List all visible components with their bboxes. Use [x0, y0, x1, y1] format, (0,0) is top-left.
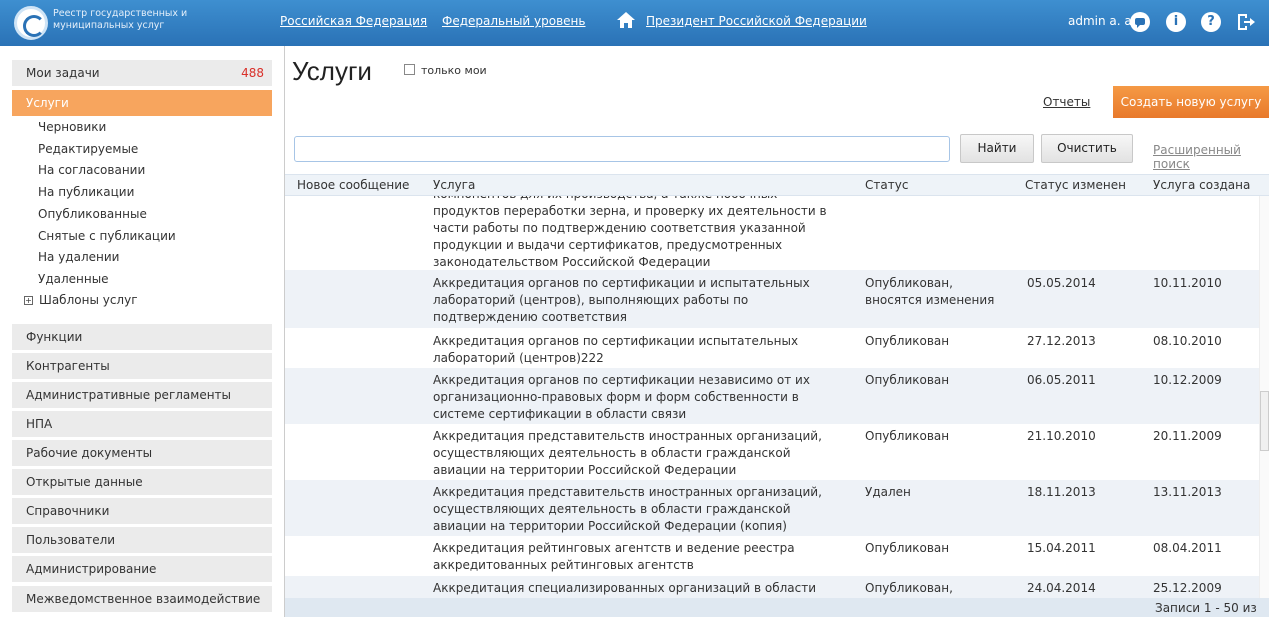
sidebar-item-contractors[interactable]: Контрагенты — [12, 353, 272, 379]
table-row[interactable]: Аккредитация органов по сертификации нез… — [285, 368, 1259, 424]
service-status: Опубликован, вносятся изменения — [865, 276, 995, 307]
status-changed-date: 21.10.2010 — [1027, 429, 1096, 443]
records-info: Записи 1 - 50 из 700 — [1155, 601, 1257, 617]
service-created-date: 10.12.2009 — [1153, 373, 1222, 387]
link-federal-level[interactable]: Федеральный уровень — [442, 14, 585, 28]
sidebar-item-administration[interactable]: Администрирование — [12, 556, 272, 582]
status-changed-date: 18.11.2013 — [1027, 485, 1096, 499]
clear-button[interactable]: Очистить — [1041, 134, 1133, 163]
sidebar-item-services[interactable]: Услуги — [12, 90, 272, 116]
sidebar-item-my-tasks[interactable]: Мои задачи 488 — [12, 60, 272, 86]
sidebar-item-regulations[interactable]: Административные регламенты — [12, 382, 272, 408]
sidebar-item-templates[interactable]: + Шаблоны услуг — [24, 293, 138, 307]
service-name[interactable]: Аккредитация органов по сертификации и и… — [433, 275, 833, 326]
page-title: Услуги — [292, 56, 372, 86]
sidebar-item-label: Мои задачи — [26, 66, 100, 80]
table-row[interactable]: компонентов для их производства, а также… — [285, 196, 1259, 270]
table-row[interactable]: Аккредитация рейтинговых агентств и веде… — [285, 536, 1259, 576]
link-president[interactable]: Президент Российской Федерации — [646, 14, 867, 28]
service-created-date: 25.12.2009 — [1153, 581, 1222, 595]
table-row[interactable]: Аккредитация представительств иностранны… — [285, 480, 1259, 536]
logo-text[interactable]: Реестр государственных и муниципальных у… — [53, 8, 213, 32]
sidebar-item-npa[interactable]: НПА — [12, 411, 272, 437]
service-created-date: 08.04.2011 — [1153, 541, 1222, 555]
service-created-date: 20.11.2009 — [1153, 429, 1222, 443]
reports-link[interactable]: Отчеты — [1043, 95, 1090, 109]
expand-icon[interactable]: + — [24, 296, 33, 305]
only-mine-label: только мои — [421, 64, 487, 77]
only-mine-checkbox[interactable]: только мои — [404, 64, 487, 77]
sidebar: Мои задачи 488 Услуги Черновики Редактир… — [0, 46, 284, 617]
scrollbar-thumb[interactable] — [1260, 391, 1269, 451]
sidebar-subitem-deleted[interactable]: Удаленные — [38, 272, 109, 286]
exit-icon[interactable] — [1236, 12, 1256, 32]
service-name[interactable]: Аккредитация органов по сертификации исп… — [433, 333, 833, 367]
service-name[interactable]: Аккредитация специализированных организа… — [433, 580, 833, 597]
sidebar-subitem-publishing[interactable]: На публикации — [38, 185, 134, 199]
column-header-service-created[interactable]: Услуга создана — [1153, 178, 1250, 192]
service-name[interactable]: Аккредитация представительств иностранны… — [433, 428, 833, 479]
status-changed-date: 27.12.2013 — [1027, 334, 1096, 348]
chat-icon[interactable] — [1130, 12, 1150, 32]
sidebar-item-interagency[interactable]: Межведомственное взаимодействие — [12, 586, 272, 612]
status-changed-date: 15.04.2011 — [1027, 541, 1096, 555]
search-input[interactable] — [294, 136, 950, 162]
service-name[interactable]: Аккредитация органов по сертификации нез… — [433, 372, 833, 423]
help-icon[interactable]: ? — [1201, 12, 1221, 32]
column-header-status[interactable]: Статус — [865, 178, 908, 192]
sidebar-item-label: Шаблоны услуг — [39, 293, 138, 307]
table-header: Новое сообщение Услуга Статус Статус изм… — [285, 174, 1269, 196]
table-body: компонентов для их производства, а также… — [285, 196, 1269, 598]
service-name[interactable]: Аккредитация представительств иностранны… — [433, 484, 833, 535]
sidebar-subitem-approval[interactable]: На согласовании — [38, 163, 145, 177]
user-name[interactable]: admin a. a. — [1068, 14, 1136, 28]
status-changed-date: 05.05.2014 — [1027, 276, 1096, 290]
find-button[interactable]: Найти — [960, 134, 1034, 163]
service-name[interactable]: компонентов для их производства, а также… — [433, 196, 833, 271]
checkbox-box[interactable] — [404, 64, 415, 75]
table-footer — [285, 598, 1269, 617]
service-status: Опубликован — [865, 334, 950, 348]
service-created-date: 10.11.2010 — [1153, 276, 1222, 290]
sidebar-item-working-docs[interactable]: Рабочие документы — [12, 440, 272, 466]
sidebar-subitem-published[interactable]: Опубликованные — [38, 207, 147, 221]
sidebar-subitem-drafts[interactable]: Черновики — [38, 120, 106, 134]
service-status: Опубликован — [865, 429, 950, 443]
service-status: Удален — [865, 485, 911, 499]
table-row[interactable]: Аккредитация органов по сертификации и и… — [285, 270, 1259, 328]
column-header-new-message[interactable]: Новое сообщение — [297, 178, 409, 192]
table-row[interactable]: Аккредитация специализированных организа… — [285, 576, 1259, 598]
service-status: Опубликован — [865, 541, 950, 555]
sidebar-subitem-editing[interactable]: Редактируемые — [38, 142, 138, 156]
link-russian-federation[interactable]: Российская Федерация — [280, 14, 427, 28]
info-icon[interactable]: i — [1166, 12, 1186, 32]
top-header: Реестр государственных и муниципальных у… — [0, 0, 1269, 46]
service-created-date: 08.10.2010 — [1153, 334, 1222, 348]
column-header-service[interactable]: Услуга — [433, 178, 475, 192]
tasks-count-badge: 488 — [241, 66, 264, 80]
sidebar-item-users[interactable]: Пользователи — [12, 527, 272, 553]
status-changed-date: 06.05.2011 — [1027, 373, 1096, 387]
service-status: Опубликован — [865, 373, 950, 387]
service-status: Опубликован, — [865, 581, 953, 595]
column-header-status-changed[interactable]: Статус изменен — [1025, 178, 1126, 192]
service-name[interactable]: Аккредитация рейтинговых агентств и веде… — [433, 540, 833, 574]
sidebar-subitem-unpublished[interactable]: Снятые с публикации — [38, 229, 176, 243]
sidebar-subitem-deleting[interactable]: На удалении — [38, 250, 119, 264]
sidebar-item-functions[interactable]: Функции — [12, 324, 272, 350]
sidebar-item-references[interactable]: Справочники — [12, 498, 272, 524]
sidebar-item-open-data[interactable]: Открытые данные — [12, 469, 272, 495]
logo-icon[interactable] — [14, 6, 48, 40]
advanced-search-link[interactable]: Расширенный поиск — [1153, 143, 1269, 171]
status-changed-date: 24.04.2014 — [1027, 581, 1096, 595]
table-row[interactable]: Аккредитация органов по сертификации исп… — [285, 328, 1259, 368]
home-icon[interactable] — [616, 10, 636, 30]
service-created-date: 13.11.2013 — [1153, 485, 1222, 499]
table-row[interactable]: Аккредитация представительств иностранны… — [285, 424, 1259, 480]
create-service-button[interactable]: Создать новую услугу — [1113, 86, 1269, 118]
